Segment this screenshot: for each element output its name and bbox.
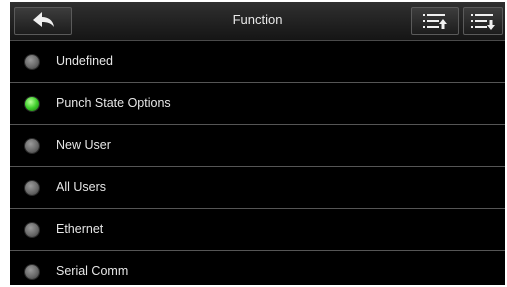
option-label: Undefined [56,54,113,68]
list-item-punch-state-options[interactable]: Punch State Options [10,83,505,125]
radio-icon [25,139,39,153]
radio-icon [25,181,39,195]
list-item-undefined[interactable]: Undefined [10,41,505,83]
list-item-serial-comm[interactable]: Serial Comm [10,251,505,285]
move-down-button[interactable] [463,7,503,35]
radio-icon [25,223,39,237]
option-label: Serial Comm [56,264,129,278]
title-bar: Function [10,2,505,41]
list-item-new-user[interactable]: New User [10,125,505,167]
list-item-all-users[interactable]: All Users [10,167,505,209]
radio-icon [25,55,39,69]
list-down-icon [471,14,495,30]
function-option-list: Undefined Punch State Options New User A… [10,41,505,285]
option-label: Punch State Options [56,96,171,110]
option-label: New User [56,138,111,152]
option-label: Ethernet [56,222,104,236]
move-up-button[interactable] [411,7,459,35]
radio-selected-icon [25,97,39,111]
list-item-ethernet[interactable]: Ethernet [10,209,505,251]
device-screen: Function Undefined Punch State Options N… [10,2,505,285]
option-label: All Users [56,180,107,194]
radio-icon [25,265,39,279]
list-up-icon [423,14,447,29]
